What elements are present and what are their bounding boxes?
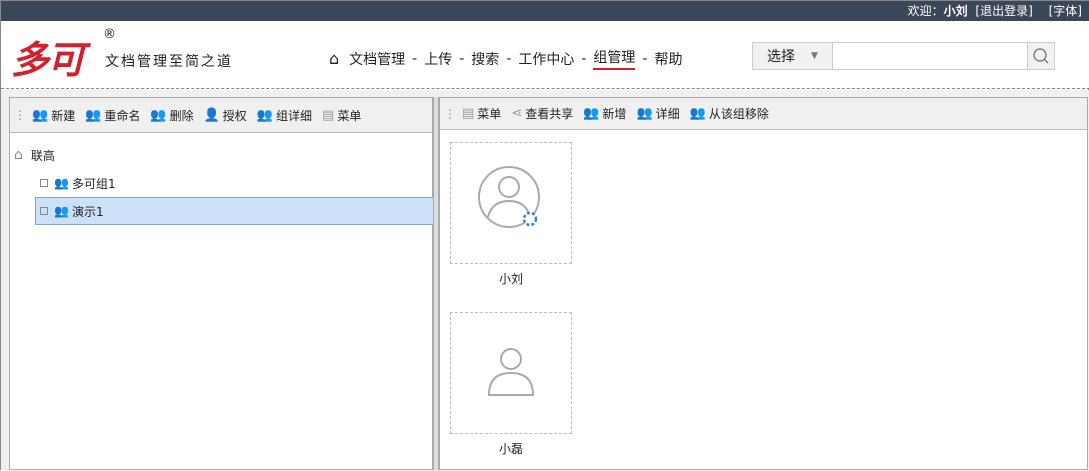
grip-icon: ⋮ xyxy=(444,106,456,121)
user-avatar-icon xyxy=(487,348,535,396)
font-link[interactable]: [字体] xyxy=(1049,4,1082,18)
tree-item-selected[interactable]: 👥 演示1 xyxy=(35,197,435,225)
member-detail-button[interactable]: 👥 详细 xyxy=(636,105,679,122)
remove-from-group-button[interactable]: 👥 从该组移除 xyxy=(690,105,769,122)
checkbox[interactable] xyxy=(40,179,48,187)
slogan: 文档管理至简之道 xyxy=(105,54,233,70)
group-tree: ⌂ 联高 👥 多可组1 👥 演示1 xyxy=(10,133,435,233)
logout-link[interactable]: [退出登录] xyxy=(975,4,1032,18)
member-name: 小磊 xyxy=(498,442,523,456)
group-rename-icon: 👥 xyxy=(85,107,102,123)
user-key-icon: 👤 xyxy=(203,107,220,123)
tree-root[interactable]: ⌂ 联高 xyxy=(14,141,428,169)
nav-upload[interactable]: 上传 xyxy=(424,49,452,69)
chevron-down-icon: ▼ xyxy=(811,51,818,61)
top-bar: 欢迎：小刘 [退出登录] [字体] xyxy=(1,1,1089,21)
menu-icon: ▤ xyxy=(322,107,335,123)
user-remove-icon: 👥 xyxy=(689,106,706,121)
search-icon xyxy=(1033,48,1049,64)
search-bar: 选择 ▼ xyxy=(752,42,1055,70)
nav-help[interactable]: 帮助 xyxy=(654,49,682,69)
nav-group-management[interactable]: 组管理 xyxy=(593,47,636,70)
rename-button[interactable]: 👥 重命名 xyxy=(85,107,140,124)
menu-button[interactable]: ▤ 菜单 xyxy=(322,107,361,124)
group-tree-panel: ⋮ 👥 新建 👥 重命名 👥 删除 👤 授权 👥 组详细 ▤ 菜单 ⌂ 联高 👥 多可组1 👥 演… xyxy=(9,97,435,470)
grip-icon: ⋮ xyxy=(14,108,26,122)
admin-avatar-icon xyxy=(478,166,540,228)
home-icon: ⌂ xyxy=(14,147,23,163)
right-toolbar: ⋮ ▤ 菜单 ⋖ 查看共享 👥 新增 👥 详细 👥 从该组移除 xyxy=(440,98,1087,130)
home-icon[interactable]: ⌂ xyxy=(329,49,339,68)
main-nav: ⌂ 文档管理 - 上传 - 搜索 - 工作中心 - 组管理 - 帮助 xyxy=(329,47,683,70)
search-button[interactable] xyxy=(1027,43,1054,69)
nav-workcenter[interactable]: 工作中心 xyxy=(518,49,574,69)
registered-mark: ® xyxy=(103,27,116,42)
member-card[interactable] xyxy=(450,142,572,264)
checkbox[interactable] xyxy=(40,207,48,215)
header: 多可 ® 文档管理至简之道 ⌂ 文档管理 - 上传 - 搜索 - 工作中心 - 组管理 -… xyxy=(1,21,1089,89)
member-card[interactable] xyxy=(450,312,572,434)
logo: 多可 xyxy=(11,38,85,82)
menu-button[interactable]: ▤ 菜单 xyxy=(462,105,501,122)
welcome-label: 欢迎： xyxy=(907,4,944,18)
view-share-button[interactable]: ⋖ 查看共享 xyxy=(511,105,573,122)
delete-button[interactable]: 👥 删除 xyxy=(150,107,193,124)
search-scope-label: 选择 xyxy=(767,49,795,65)
group-delete-icon: 👥 xyxy=(150,107,167,123)
menu-icon: ▤ xyxy=(462,106,475,121)
nav-docs[interactable]: 文档管理 xyxy=(349,49,405,69)
tree-item[interactable]: 👥 多可组1 xyxy=(14,169,428,197)
search-input[interactable] xyxy=(833,43,1027,69)
authorize-button[interactable]: 👤 授权 xyxy=(204,107,247,124)
group-detail-icon: 👥 xyxy=(256,107,273,123)
search-scope-select[interactable]: 选择 ▼ xyxy=(753,43,833,69)
user-add-icon: 👥 xyxy=(583,106,600,121)
left-toolbar: ⋮ 👥 新建 👥 重命名 👥 删除 👤 授权 👥 组详细 ▤ 菜单 xyxy=(10,98,432,133)
group-add-icon: 👥 xyxy=(32,107,49,123)
group-icon: 👥 xyxy=(54,176,69,190)
add-member-button[interactable]: 👥 新增 xyxy=(583,105,626,122)
members-panel: ⋮ ▤ 菜单 ⋖ 查看共享 👥 新增 👥 详细 👥 从该组移除 小刘 小磊 xyxy=(439,97,1088,470)
share-icon: ⋖ xyxy=(511,106,523,121)
current-user: 小刘 xyxy=(943,4,968,18)
nav-search[interactable]: 搜索 xyxy=(471,49,499,69)
group-detail-button[interactable]: 👥 组详细 xyxy=(257,107,312,124)
user-detail-icon: 👥 xyxy=(636,106,653,121)
member-name: 小刘 xyxy=(498,272,523,286)
group-icon: 👥 xyxy=(54,204,69,218)
new-group-button[interactable]: 👥 新建 xyxy=(32,107,75,124)
